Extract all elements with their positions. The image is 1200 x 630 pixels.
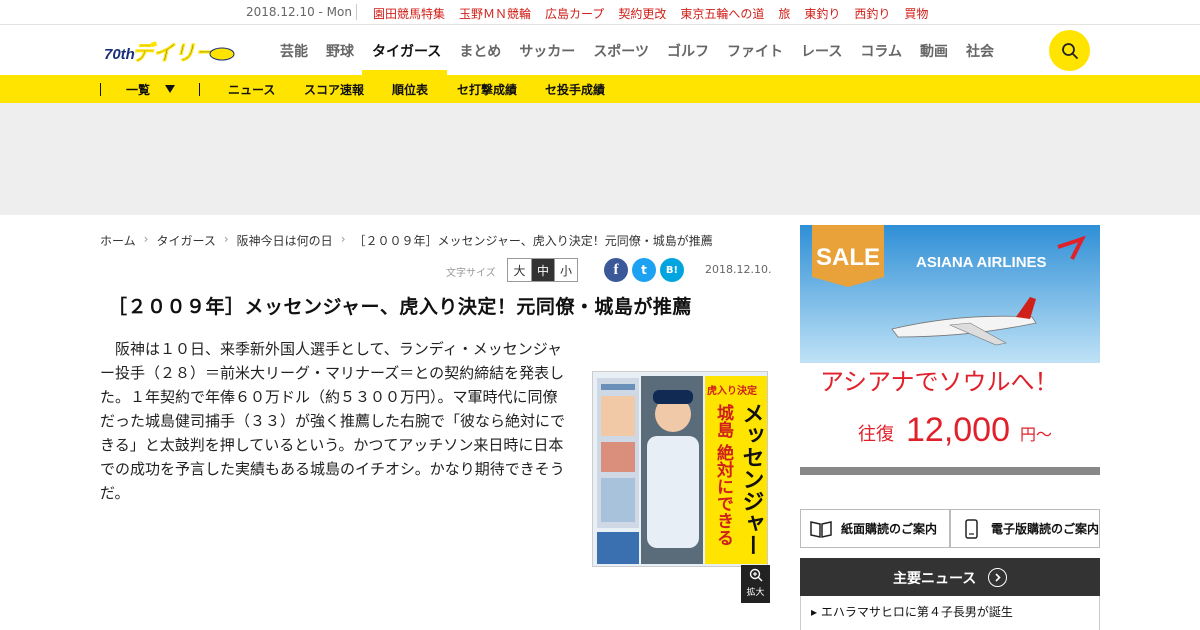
breadcrumb-item[interactable]: タイガース	[156, 232, 215, 249]
nav-item-active[interactable]: タイガース	[372, 41, 441, 61]
svg-text:デイリー: デイリー	[132, 41, 217, 65]
breadcrumb-item[interactable]: 阪神今日は何の日	[237, 232, 333, 249]
nav-item[interactable]: レース	[801, 41, 842, 61]
svg-text:円～: 円～	[1020, 425, 1052, 444]
divider	[356, 4, 357, 20]
chevron-right-circle-icon[interactable]	[988, 568, 1007, 587]
paper-subscription-label: 紙面購読のご案内	[841, 522, 938, 536]
main-news-header[interactable]: 主要ニュース	[800, 558, 1100, 596]
nav-item[interactable]: サッカー	[519, 41, 575, 61]
subnav-item[interactable]: セ打撃成績	[457, 81, 517, 98]
top-link[interactable]: 園田競馬特集	[373, 7, 445, 21]
top-link[interactable]: 東釣り	[804, 7, 840, 21]
nav-item[interactable]: まとめ	[459, 41, 501, 61]
nav-item[interactable]: 社会	[966, 41, 994, 61]
nav-item[interactable]: 動画	[920, 41, 948, 61]
font-size-medium-button[interactable]: 中	[531, 259, 554, 281]
font-size-selector: 大 中 小	[507, 258, 578, 282]
svg-text:城島 絶対にできる: 城島 絶対にできる	[713, 404, 735, 546]
side-advertisement[interactable]: SALE ASIANA AIRLINES アシアナでソウルへ！ 往復 12,00…	[800, 225, 1100, 475]
article-body: 阪神は１０日、来季新外国人選手として、ランディ・メッセンジャー投手（２８）＝前米…	[100, 340, 566, 502]
svg-text:12,000: 12,000	[906, 411, 1010, 449]
chevron-right-icon: ›	[340, 232, 346, 246]
breadcrumb: ホーム › タイガース › 阪神今日は何の日 › ［２００９年］メッセンジャー、虎入り…	[100, 232, 721, 249]
breadcrumb-current: ［２００９年］メッセンジャー、虎入り決定！元同僚・城島が推薦	[353, 234, 713, 248]
sub-nav: 一覧 ニュース スコア速報 順位表 セ打撃成績 セ投手成績	[0, 75, 1200, 103]
top-link[interactable]: 玉野ＭＮ競輪	[459, 7, 531, 21]
subnav-item[interactable]: 順位表	[392, 81, 428, 98]
subnav-list-dropdown[interactable]: 一覧	[126, 81, 150, 98]
chevron-down-icon[interactable]	[165, 85, 175, 93]
main-news-item[interactable]: ▸ エハラマサヒロに第４子長男が誕生	[811, 603, 1013, 620]
main-news-item-label: エハラマサヒロに第４子長男が誕生	[820, 605, 1013, 619]
top-link[interactable]: 西釣り	[854, 7, 890, 21]
top-link[interactable]: 旅	[778, 7, 790, 21]
nav-item[interactable]: ファイト	[727, 41, 783, 61]
subnav-item[interactable]: ニュース	[228, 81, 275, 98]
zoom-button[interactable]: 拡大	[741, 565, 770, 603]
ad-banner-slot	[0, 103, 1200, 215]
chevron-right-icon: ›	[223, 232, 229, 246]
digital-subscription-button[interactable]: 電子版購読のご案内	[950, 509, 1100, 548]
airline-ad-image: SALE ASIANA AIRLINES アシアナでソウルへ！ 往復 12,00…	[800, 225, 1100, 475]
top-link[interactable]: 広島カープ	[545, 7, 604, 21]
top-link[interactable]: 契約更改	[618, 7, 666, 21]
newspaper-front-page-image[interactable]: 虎入り決定 城島 絶対にできる メッセンジャー	[592, 371, 768, 567]
smartphone-icon	[965, 518, 978, 539]
bullet-icon: ▸	[811, 605, 818, 619]
subnav-item[interactable]: スコア速報	[304, 81, 364, 98]
svg-text:アシアナでソウルへ！: アシアナでソウルへ！	[820, 368, 1059, 396]
nav-item[interactable]: ゴルフ	[667, 41, 709, 61]
chevron-right-icon: ›	[143, 232, 149, 246]
search-button[interactable]	[1049, 30, 1090, 71]
font-size-small-button[interactable]: 小	[554, 259, 577, 281]
site-header: 70th デイリー 芸能 野球 タイガース まとめ サッカー スポーツ ゴルフ …	[0, 25, 1200, 75]
top-links: 園田競馬特集 玉野ＭＮ競輪 広島カープ 契約更改 東京五輪への道旅東釣り 西釣り 買物	[373, 5, 942, 22]
nav-item[interactable]: スポーツ	[593, 41, 649, 61]
svg-text:虎入り決定: 虎入り決定	[707, 384, 757, 397]
book-icon	[810, 520, 832, 538]
nav-item[interactable]: 野球	[326, 41, 354, 61]
svg-text:SALE: SALE	[816, 244, 880, 271]
twitter-share-icon[interactable]: t	[632, 258, 656, 282]
main-news-title: 主要ニュース	[893, 571, 977, 587]
search-icon	[1061, 42, 1078, 59]
top-utility-bar: 2018.12.10 - Mon 園田競馬特集 玉野ＭＮ競輪 広島カープ 契約更改 東京…	[0, 0, 1200, 25]
newspaper-illustration: 虎入り決定 城島 絶対にできる メッセンジャー	[593, 372, 767, 566]
top-link[interactable]: 東京五輪への道	[680, 7, 764, 21]
hatena-bookmark-icon[interactable]: B!	[660, 258, 684, 282]
top-link[interactable]: 買物	[904, 7, 928, 21]
current-date: 2018.12.10 - Mon	[246, 5, 352, 19]
digital-subscription-label: 電子版購読のご案内	[991, 522, 1100, 536]
divider	[199, 83, 200, 96]
nav-item[interactable]: 芸能	[280, 41, 308, 61]
zoom-label: 拡大	[746, 588, 765, 598]
article-headline: ［２００９年］メッセンジャー、虎入り決定！元同僚・城島が推薦	[108, 296, 692, 318]
subnav-item[interactable]: セ投手成績	[545, 81, 605, 98]
svg-text:メッセンジャー: メッセンジャー	[739, 402, 764, 556]
zoom-in-icon	[749, 568, 762, 582]
publish-date: 2018.12.10.	[705, 263, 772, 276]
svg-text:70th: 70th	[104, 46, 135, 63]
svg-text:往復: 往復	[858, 424, 894, 445]
font-size-label: 文字サイズ	[446, 268, 496, 279]
divider	[100, 83, 101, 96]
facebook-share-icon[interactable]: f	[604, 258, 628, 282]
nav-item[interactable]: コラム	[860, 41, 902, 61]
font-size-large-button[interactable]: 大	[508, 259, 531, 281]
breadcrumb-item[interactable]: ホーム	[100, 232, 136, 249]
paper-subscription-button[interactable]: 紙面購読のご案内	[800, 509, 950, 548]
main-news-list: ▸ エハラマサヒロに第４子長男が誕生	[800, 596, 1100, 630]
site-logo[interactable]: 70th デイリー	[104, 37, 236, 65]
svg-text:ASIANA AIRLINES: ASIANA AIRLINES	[916, 254, 1047, 271]
global-nav: 芸能 野球 タイガース まとめ サッカー スポーツ ゴルフ ファイト レース コ…	[280, 41, 1012, 61]
